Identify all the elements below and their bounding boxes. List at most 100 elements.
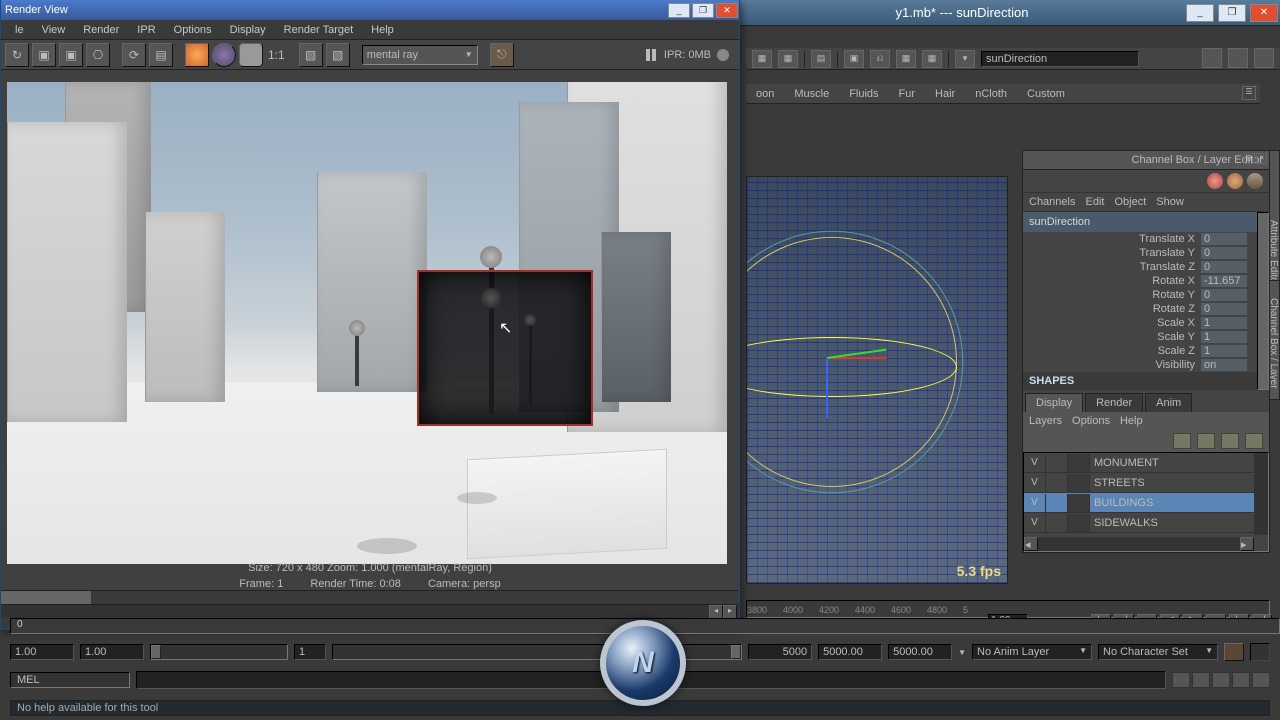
perspective-viewport[interactable]: 5.3 fps: [746, 176, 1008, 584]
redo-render-button[interactable]: ↻: [5, 43, 29, 67]
channel-attr-row[interactable]: Rotate Y0: [1023, 288, 1257, 302]
menu-render-target[interactable]: Render Target: [276, 22, 362, 38]
shelf-tab[interactable]: Hair: [925, 86, 965, 102]
attr-value[interactable]: -11.657: [1201, 275, 1247, 287]
attr-value[interactable]: 0: [1201, 233, 1247, 245]
character-set-selector[interactable]: No Character Set▼: [1098, 644, 1218, 660]
layer-color-swatch[interactable]: [1068, 474, 1090, 492]
layer-color-swatch[interactable]: [1068, 494, 1090, 512]
keep-image-button[interactable]: ▧: [299, 43, 323, 67]
manipulator-icon[interactable]: [1227, 173, 1243, 189]
channel-attr-row[interactable]: Rotate Z0: [1023, 302, 1257, 316]
range-end-inner[interactable]: [748, 644, 812, 660]
menu-edit[interactable]: Edit: [1085, 196, 1104, 208]
menu-render[interactable]: Render: [75, 22, 127, 38]
layer-color-swatch[interactable]: [1068, 454, 1090, 472]
toolbar-icon[interactable]: ▦: [896, 50, 916, 68]
layer-visibility-toggle[interactable]: V: [1024, 494, 1046, 512]
scroll-left-icon[interactable]: ◂: [1024, 537, 1038, 551]
scrollbar-vertical[interactable]: [1254, 453, 1268, 535]
panel-close-icon[interactable]: ✕: [1256, 153, 1267, 164]
layer-button-icon[interactable]: [1173, 433, 1191, 449]
shelf-tab[interactable]: oon: [746, 86, 784, 102]
layer-button-icon[interactable]: [1197, 433, 1215, 449]
menu-channels[interactable]: Channels: [1029, 196, 1075, 208]
channel-attr-row[interactable]: Scale Z1: [1023, 344, 1257, 358]
manipulator-icon[interactable]: [1207, 173, 1223, 189]
toolbar-icon[interactable]: ▦: [778, 50, 798, 68]
layer-playback-toggle[interactable]: [1046, 514, 1068, 532]
prefs-button[interactable]: [1250, 643, 1270, 661]
remove-image-button[interactable]: ▧: [326, 43, 350, 67]
menu-options[interactable]: Options: [1072, 415, 1110, 427]
toolbar-icon[interactable]: ▦: [922, 50, 942, 68]
cmd-button-icon[interactable]: [1172, 672, 1190, 688]
autokey-button[interactable]: [1224, 643, 1244, 661]
menu-help[interactable]: Help: [1120, 415, 1143, 427]
maximize-button[interactable]: ❐: [1218, 4, 1246, 22]
shelf-tab[interactable]: Fur: [889, 86, 926, 102]
layer-row[interactable]: VMONUMENT: [1024, 453, 1268, 473]
layer-row[interactable]: VSTREETS: [1024, 473, 1268, 493]
snapshot-button[interactable]: ▣: [59, 43, 83, 67]
menu-ipr[interactable]: IPR: [129, 22, 163, 38]
layer-visibility-toggle[interactable]: V: [1024, 474, 1046, 492]
attr-value[interactable]: 0: [1201, 289, 1247, 301]
layer-playback-toggle[interactable]: [1046, 494, 1068, 512]
menu-display[interactable]: Display: [222, 22, 274, 38]
channel-attr-row[interactable]: Translate Y0: [1023, 246, 1257, 260]
toggle-tool-settings-icon[interactable]: [1228, 48, 1248, 68]
toolbar-icon[interactable]: ▦: [752, 50, 772, 68]
range-slider[interactable]: [150, 644, 288, 660]
scrollbar[interactable]: [1257, 212, 1269, 390]
layer-color-swatch[interactable]: [1068, 514, 1090, 532]
channel-attr-row[interactable]: Translate X0: [1023, 232, 1257, 246]
channel-attr-row[interactable]: Scale Y1: [1023, 330, 1257, 344]
channel-attr-row[interactable]: Translate Z0: [1023, 260, 1257, 274]
range-end-max[interactable]: [888, 644, 952, 660]
toolbar-icon[interactable]: ▤: [811, 50, 831, 68]
layer-row[interactable]: VSIDEWALKS: [1024, 513, 1268, 533]
menu-view[interactable]: View: [34, 22, 74, 38]
menu-help[interactable]: Help: [363, 22, 402, 38]
attr-value[interactable]: 0: [1201, 261, 1247, 273]
render-canvas[interactable]: ↖ Size: 720 x 480 Zoom: 1.000 (mentalRay…: [1, 70, 739, 590]
anim-layer-selector[interactable]: No Anim Layer▼: [972, 644, 1092, 660]
render-snapshot-strip[interactable]: [1, 590, 739, 604]
cmd-button-icon[interactable]: [1212, 672, 1230, 688]
dropdown-icon[interactable]: ▼: [958, 648, 966, 657]
luminance-button[interactable]: [239, 43, 263, 67]
render-view-scrollbar[interactable]: ◂ ▸: [1, 604, 739, 618]
command-input[interactable]: [981, 51, 1139, 67]
render-region-button[interactable]: ▣: [32, 43, 56, 67]
attr-value[interactable]: on: [1201, 359, 1247, 371]
layer-tab-display[interactable]: Display: [1025, 393, 1083, 412]
layer-tab-render[interactable]: Render: [1085, 393, 1143, 412]
shelf-tab[interactable]: nCloth: [965, 86, 1017, 102]
toggle-channelbox-icon[interactable]: [1254, 48, 1274, 68]
scroll-left-icon[interactable]: ◂: [709, 605, 723, 619]
alpha-channel-button[interactable]: [212, 43, 236, 67]
selected-object-name[interactable]: sunDirection: [1023, 212, 1257, 232]
render-settings-button[interactable]: ▤: [149, 43, 173, 67]
manipulator-icon[interactable]: [1247, 173, 1263, 189]
menu-show[interactable]: Show: [1156, 196, 1184, 208]
ipr-tuning-button[interactable]: ⎋: [490, 43, 514, 67]
layer-playback-toggle[interactable]: [1046, 454, 1068, 472]
attr-value[interactable]: 0: [1201, 303, 1247, 315]
menu-options[interactable]: Options: [166, 22, 220, 38]
scrollbar-horizontal[interactable]: ◂▸: [1024, 537, 1254, 551]
shelf-tab[interactable]: Custom: [1017, 86, 1075, 102]
range-end-outer[interactable]: [818, 644, 882, 660]
toolbar-icon[interactable]: ⎌: [870, 50, 890, 68]
toolbar-icon[interactable]: ▣: [844, 50, 864, 68]
layer-visibility-toggle[interactable]: V: [1024, 454, 1046, 472]
minimize-button[interactable]: _: [1186, 4, 1214, 22]
renderer-dropdown[interactable]: mental ray▼: [362, 45, 478, 65]
render-button[interactable]: ⟳: [122, 43, 146, 67]
menu-file[interactable]: le: [7, 22, 32, 38]
panel-menu-icon[interactable]: ▤: [1244, 153, 1255, 164]
script-editor-button[interactable]: [1252, 672, 1270, 688]
pause-icon[interactable]: [646, 49, 658, 61]
attr-value[interactable]: 1: [1201, 317, 1247, 329]
